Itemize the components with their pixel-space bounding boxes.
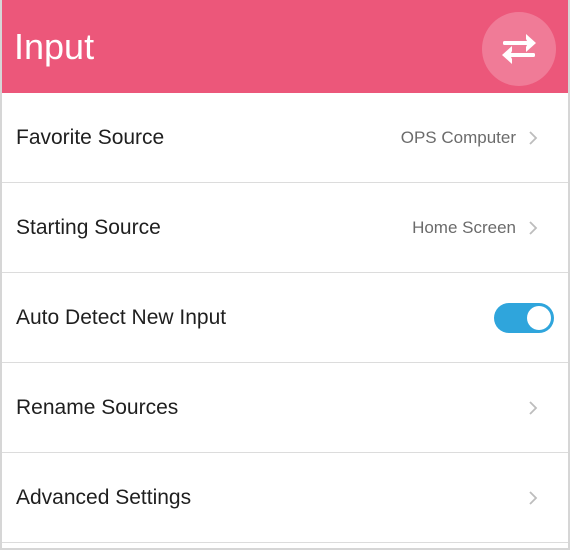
swap-arrows-icon — [502, 34, 536, 64]
auto-detect-row: Auto Detect New Input — [2, 273, 568, 363]
input-settings-window: Input Favorite Source OPS Computer Start… — [0, 0, 570, 550]
page-title: Input — [14, 26, 95, 67]
favorite-source-value: OPS Computer — [400, 128, 516, 147]
chevron-right-icon — [529, 491, 538, 505]
auto-detect-toggle[interactable] — [494, 303, 554, 333]
header-bar: Input — [2, 0, 568, 93]
switch-input-button[interactable] — [482, 12, 556, 86]
rename-sources-row[interactable]: Rename Sources — [2, 363, 568, 453]
settings-list: Favorite Source OPS Computer Starting So… — [2, 93, 568, 543]
starting-source-value: Home Screen — [412, 218, 516, 237]
favorite-source-row[interactable]: Favorite Source OPS Computer — [2, 93, 568, 183]
chevron-right-icon — [529, 131, 538, 145]
starting-source-row[interactable]: Starting Source Home Screen — [2, 183, 568, 273]
rename-sources-label: Rename Sources — [16, 396, 179, 419]
advanced-settings-row[interactable]: Advanced Settings — [2, 453, 568, 543]
starting-source-label: Starting Source — [16, 216, 161, 239]
favorite-source-label: Favorite Source — [16, 126, 165, 149]
chevron-right-icon — [529, 401, 538, 415]
advanced-settings-label: Advanced Settings — [16, 486, 192, 509]
chevron-right-icon — [529, 221, 538, 235]
toggle-knob — [527, 306, 551, 330]
auto-detect-label: Auto Detect New Input — [16, 306, 227, 329]
